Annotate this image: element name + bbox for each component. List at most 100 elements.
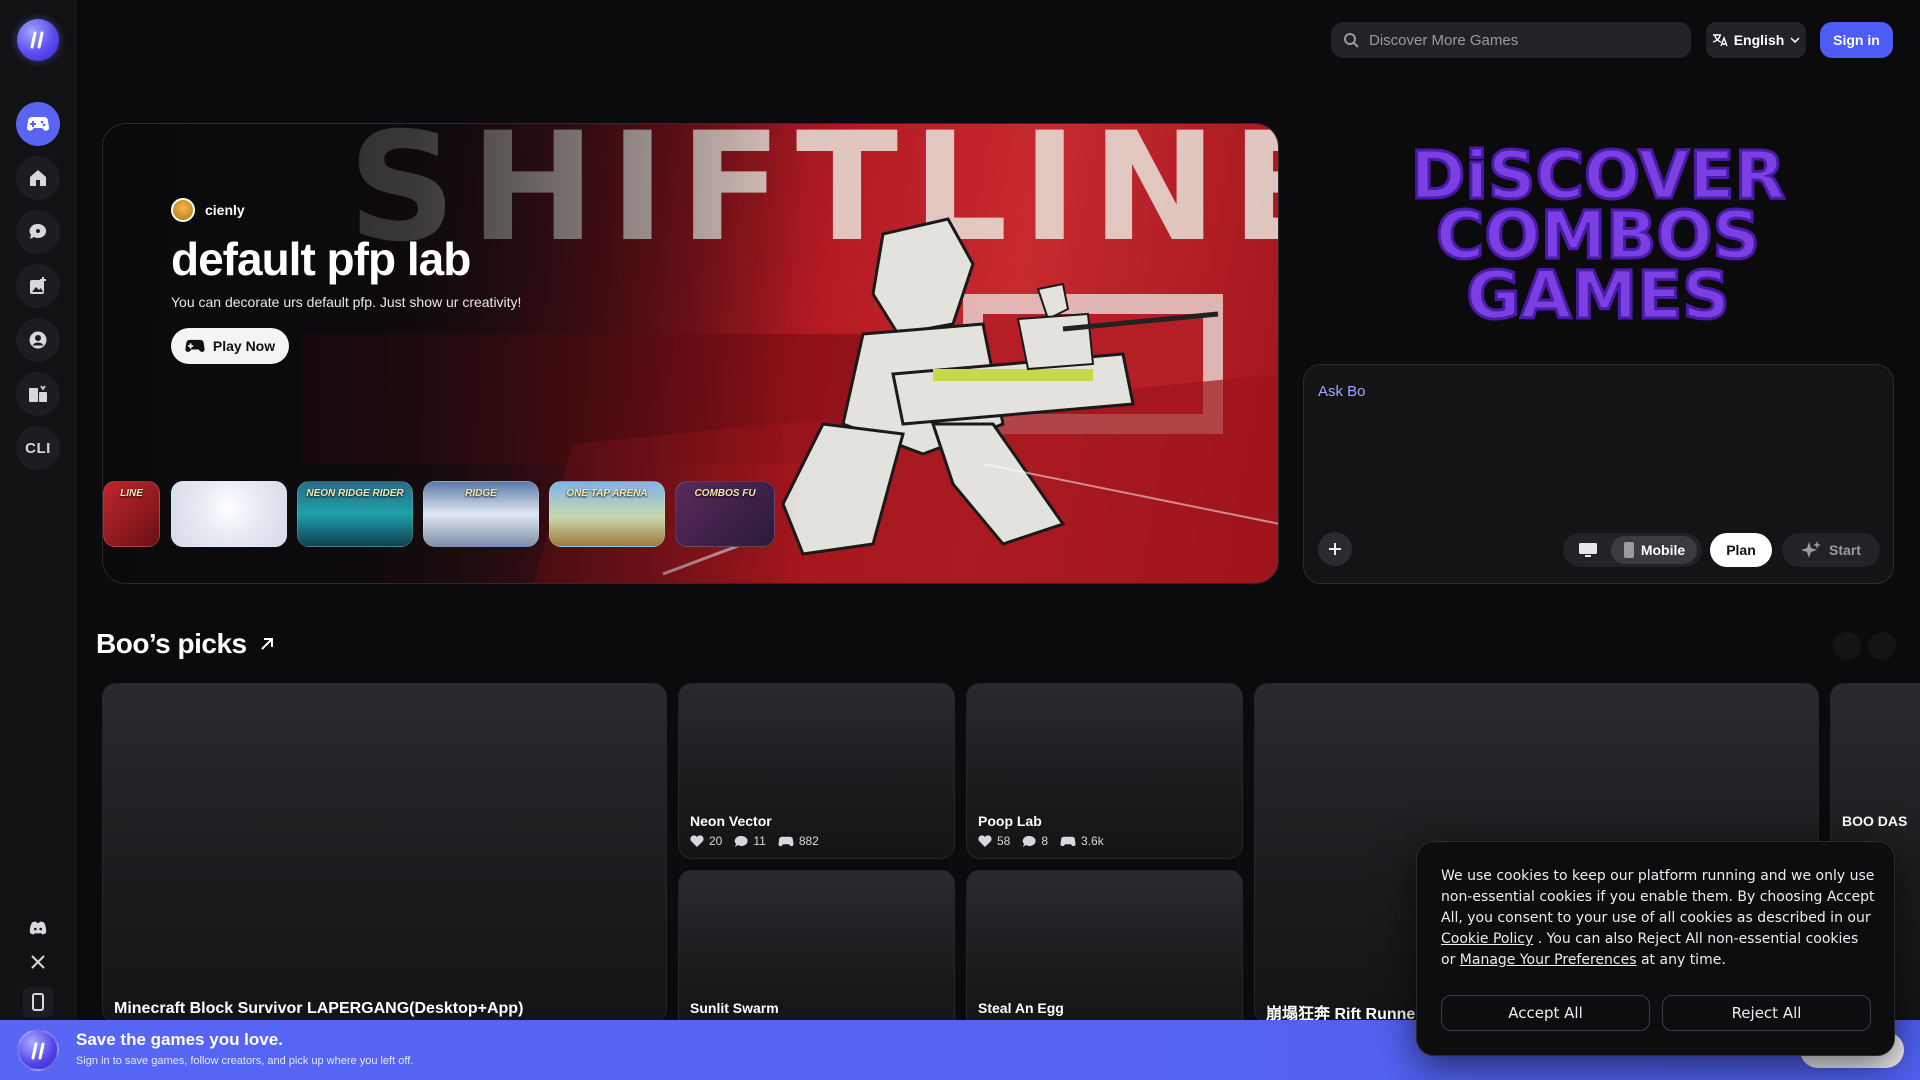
creator-info[interactable]: cienly (171, 198, 245, 222)
card-stats: 20 11 882 (690, 834, 825, 848)
hero-banner[interactable]: SHIFTLINE cienly default pfp lab You can… (102, 123, 1279, 584)
chevron-down-icon (1790, 37, 1800, 43)
card-title: Sunlit Swarm (690, 1000, 779, 1016)
manage-preferences-link[interactable]: Manage Your Preferences (1460, 952, 1637, 968)
comment-icon (1023, 835, 1036, 847)
sidebar-item-home[interactable] (16, 156, 60, 200)
start-label: Start (1829, 542, 1861, 558)
image-add-icon (30, 277, 46, 294)
hero-title: default pfp lab (171, 233, 471, 285)
comment-count: 8 (1041, 834, 1049, 848)
play-now-button[interactable]: Play Now (171, 328, 289, 364)
reject-all-button[interactable]: Reject All (1662, 995, 1871, 1031)
gamepad-icon (185, 339, 205, 352)
mobile-label: Mobile (1640, 542, 1686, 558)
sidebar-item-create-image[interactable] (16, 264, 60, 308)
mobile-app-link[interactable] (23, 987, 53, 1017)
language-selector[interactable]: English (1706, 22, 1806, 58)
game-card[interactable]: Sunlit Swarm (678, 870, 955, 1030)
plan-button[interactable]: Plan (1710, 533, 1772, 567)
logo-icon (31, 1042, 45, 1060)
logo[interactable] (17, 19, 59, 61)
search-icon (1344, 33, 1359, 48)
device-toggle: Mobile (1563, 533, 1702, 567)
card-title: Neon Vector (690, 813, 772, 829)
cookie-policy-link[interactable]: Cookie Policy (1441, 931, 1533, 947)
discord-icon (29, 921, 47, 935)
card-title: Steal An Egg (978, 1000, 1064, 1016)
language-label: English (1733, 32, 1785, 48)
banner-title: Save the games you love. (76, 1030, 283, 1049)
sidebar-item-cli[interactable]: CLI (16, 426, 60, 470)
mobile-icon (1623, 542, 1634, 558)
thumb-label: COMBOS FU (694, 488, 756, 499)
arrow-up-right-icon (260, 638, 273, 650)
carousel-thumb[interactable]: RIDGE (423, 481, 539, 547)
heart-icon (978, 835, 992, 847)
creator-name: cienly (205, 202, 245, 218)
like-count: 58 (997, 834, 1011, 848)
discover-combos-games-logo: DiSCOVER COMBOS GAMES (1409, 138, 1787, 336)
card-title: Poop Lab (978, 813, 1042, 829)
play-count: 882 (798, 834, 819, 848)
gamepad-icon (1060, 836, 1076, 846)
game-card[interactable]: Steal An Egg (966, 870, 1243, 1030)
thumb-label: RIDGE (465, 488, 497, 499)
desktop-toggle[interactable] (1569, 537, 1607, 563)
x-icon (31, 955, 45, 969)
sidebar-item-profile[interactable] (16, 318, 60, 362)
user-icon (29, 331, 47, 349)
sidebar: CLI (0, 0, 76, 1080)
card-title: Minecraft Block Survivor LAPERGANG(Deskt… (114, 1000, 524, 1017)
translate-icon (1712, 34, 1728, 47)
mobile-toggle[interactable]: Mobile (1611, 536, 1697, 564)
heart-icon (690, 835, 704, 847)
thumb-label: NEON RIDGE RIDER (306, 488, 404, 499)
hero-description: You can decorate urs default pfp. Just s… (171, 294, 522, 310)
ask-bo-input[interactable]: Ask Bo (1318, 383, 1366, 400)
attach-button[interactable] (1318, 532, 1352, 566)
cookie-text-part: at any time. (1636, 952, 1726, 968)
ask-bo-panel[interactable]: Ask Bo Mobile Plan Start (1303, 364, 1894, 584)
carousel-thumb[interactable] (171, 481, 287, 547)
sidebar-item-rewards[interactable] (16, 372, 60, 416)
carousel-thumb[interactable]: COMBOS FU (675, 481, 775, 547)
desktop-icon (1579, 543, 1597, 557)
game-card[interactable]: Neon Vector 20 11 882 (678, 683, 955, 859)
card-title: BOO DAS (1842, 813, 1908, 829)
carousel-thumb[interactable]: LINE (103, 481, 160, 547)
play-count: 3.6k (1081, 834, 1104, 848)
plus-icon (1329, 543, 1341, 555)
discord-link[interactable] (26, 916, 50, 940)
chat-bubble-icon (29, 223, 47, 239)
sign-in-button[interactable]: Sign in (1820, 22, 1893, 58)
cookie-text: We use cookies to keep our platform runn… (1441, 866, 1877, 971)
carousel-thumb[interactable]: NEON RIDGE RIDER (297, 481, 413, 547)
cookie-consent-dialog: We use cookies to keep our platform runn… (1416, 841, 1895, 1056)
discover-line-3: GAMES (1466, 257, 1730, 334)
section-title-boos-picks[interactable]: Boo’s picks (96, 628, 275, 660)
play-now-label: Play Now (212, 338, 276, 354)
carousel-prev-button[interactable] (1833, 632, 1861, 660)
sidebar-item-games[interactable] (16, 102, 60, 146)
search-input[interactable] (1369, 31, 1669, 49)
cookie-text-part: We use cookies to keep our platform runn… (1441, 868, 1875, 926)
creator-avatar (171, 198, 195, 222)
game-card[interactable]: Minecraft Block Survivor LAPERGANG(Deskt… (102, 683, 667, 1023)
start-button[interactable]: Start (1782, 533, 1880, 567)
gamepad-icon (778, 836, 794, 846)
logo-icon (30, 31, 44, 49)
sidebar-item-chat[interactable] (16, 210, 60, 254)
carousel-thumb[interactable]: ONE TAP ARENA (549, 481, 665, 547)
cli-label: CLI (25, 439, 51, 457)
carousel-next-button[interactable] (1868, 632, 1896, 660)
app-root: CLI English Sign in SHIFTLINE (0, 0, 1920, 1080)
banner-logo (17, 1029, 59, 1071)
accept-all-button[interactable]: Accept All (1441, 995, 1650, 1031)
game-card[interactable]: Poop Lab 58 8 3.6k (966, 683, 1243, 859)
search-bar[interactable] (1331, 22, 1691, 58)
comment-count: 11 (753, 834, 766, 848)
comment-icon (735, 835, 748, 847)
thumb-label: LINE (120, 488, 143, 499)
x-link[interactable] (26, 950, 50, 974)
